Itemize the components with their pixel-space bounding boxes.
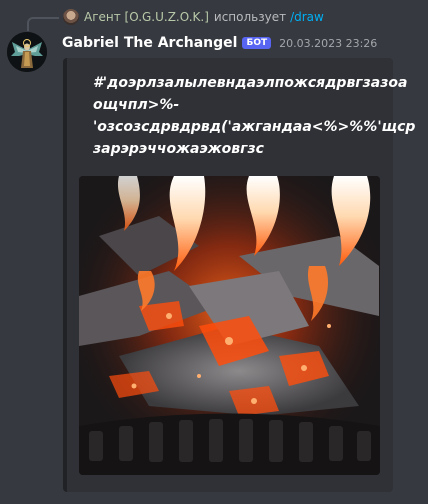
bot-badge: БОТ [242, 37, 272, 49]
bot-username[interactable]: Gabriel The Archangel [62, 35, 237, 51]
reply-username[interactable]: Агент [O.G.U.Z.O.K.] [84, 10, 209, 24]
message-header: Gabriel The Archangel БОТ 20.03.2023 23:… [62, 35, 377, 51]
reply-reference[interactable]: Агент [O.G.U.Z.O.K.] использует /draw [63, 9, 324, 25]
reply-command[interactable]: /draw [290, 10, 324, 24]
prompt-line-2: ощчпл>%- [93, 97, 180, 113]
prompt-line-4: зарэрэччожаэжовгзс [93, 141, 264, 157]
reply-action-text: использует [213, 10, 287, 24]
message-timestamp[interactable]: 20.03.2023 23:26 [279, 37, 377, 50]
prompt-line-1: #'доэрлзалылевндаэлпожсядрвгзазоа [93, 75, 408, 91]
message-embed: #'доэрлзалылевндаэлпожсядрвгзазоа ощчпл>… [63, 58, 416, 492]
embed-prompt-text: #'доэрлзалылевндаэлпожсядрвгзазоа ощчпл>… [93, 72, 416, 160]
generated-image[interactable] [79, 176, 380, 475]
prompt-line-3: 'озсозсдрвдрвд('ажгандаа<%>%%'щср [93, 119, 416, 135]
bot-avatar-icon[interactable] [7, 32, 47, 72]
reply-connector [27, 17, 59, 31]
reply-user-avatar-icon[interactable] [63, 9, 79, 25]
